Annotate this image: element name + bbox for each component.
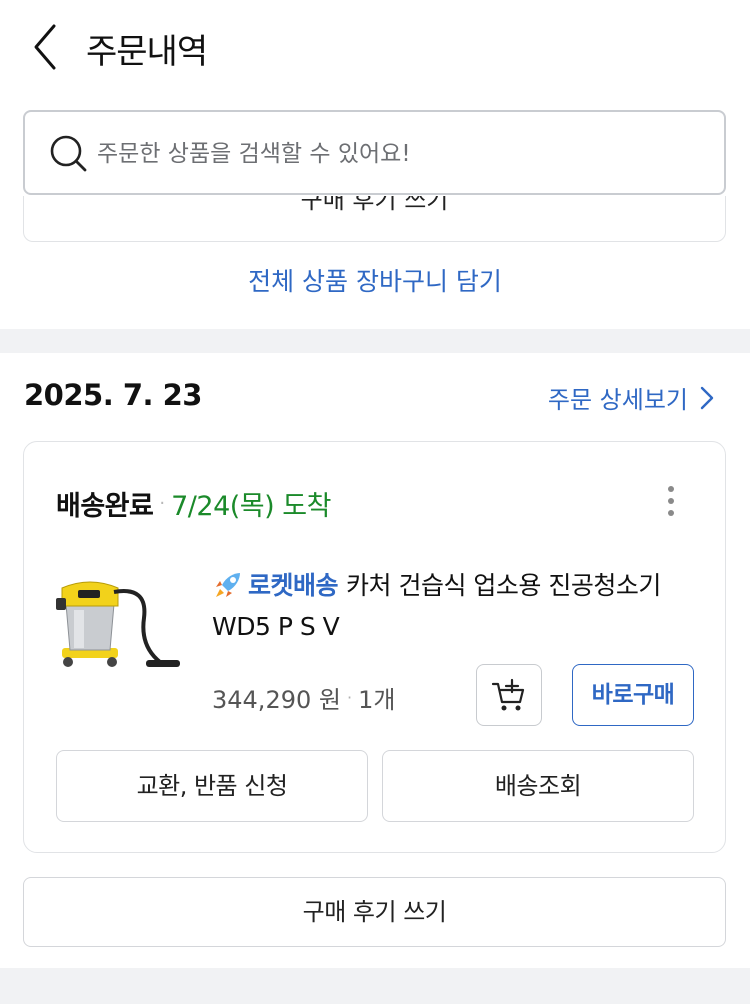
app-header: 주문내역 bbox=[0, 0, 750, 96]
kebab-dot bbox=[668, 498, 674, 504]
add-all-to-cart-link[interactable]: 전체 상품 장바구니 담기 bbox=[0, 262, 750, 298]
add-to-cart-button[interactable] bbox=[476, 664, 542, 726]
kebab-dot bbox=[668, 486, 674, 492]
separator-dot: · bbox=[346, 688, 353, 707]
search-icon bbox=[50, 135, 87, 172]
back-button[interactable] bbox=[24, 22, 68, 72]
rocket-delivery-label: 로켓배송 bbox=[248, 571, 339, 600]
section-divider bbox=[0, 329, 750, 353]
delivery-status-line: 배송완료 · 7/24(목) 도착 bbox=[56, 484, 331, 523]
delivery-tracking-button[interactable]: 배송조회 bbox=[382, 750, 694, 822]
search-box[interactable] bbox=[23, 110, 726, 195]
search-input[interactable] bbox=[97, 132, 697, 176]
review-button-partial[interactable]: 구매 후기 쓰기 bbox=[24, 196, 725, 215]
order-detail-link[interactable]: 주문 상세보기 bbox=[548, 380, 714, 415]
kebab-dot bbox=[668, 510, 674, 516]
product-image[interactable] bbox=[52, 570, 184, 674]
exchange-return-button[interactable]: 교환, 반품 신청 bbox=[56, 750, 368, 822]
section-divider bbox=[0, 968, 750, 1004]
delivery-status: 배송완료 bbox=[56, 491, 154, 522]
chevron-left-icon bbox=[34, 24, 56, 70]
order-detail-label: 주문 상세보기 bbox=[547, 386, 688, 414]
product-name-line1: 카처 건습식 업소용 진공청소기 bbox=[346, 571, 661, 600]
write-review-button[interactable]: 구매 후기 쓰기 bbox=[23, 877, 726, 947]
buy-now-button[interactable]: 바로구매 bbox=[572, 664, 694, 726]
more-options-button[interactable] bbox=[661, 486, 681, 520]
order-card: 배송완료 · 7/24(목) 도착 로켓배송 카처 건습식 업소용 진공청소기 … bbox=[23, 441, 726, 853]
previous-order-card: 구매 후기 쓰기 bbox=[23, 196, 726, 242]
product-quantity: 1개 bbox=[358, 686, 396, 714]
cart-plus-icon bbox=[491, 678, 525, 711]
product-name-line2[interactable]: WD5 P S V bbox=[212, 612, 340, 641]
arrival-date: 7/24(목) 도착 bbox=[171, 491, 331, 522]
rocket-icon bbox=[216, 573, 240, 597]
order-date: 2025. 7. 23 bbox=[24, 378, 202, 412]
separator-dot: · bbox=[159, 493, 166, 514]
product-price: 344,290 원 bbox=[212, 686, 341, 714]
chevron-right-icon bbox=[700, 386, 714, 409]
product-name[interactable]: 로켓배송 카처 건습식 업소용 진공청소기 bbox=[212, 566, 661, 602]
price-quantity-line: 344,290 원 · 1개 bbox=[212, 680, 395, 715]
page-title: 주문내역 bbox=[86, 32, 208, 72]
